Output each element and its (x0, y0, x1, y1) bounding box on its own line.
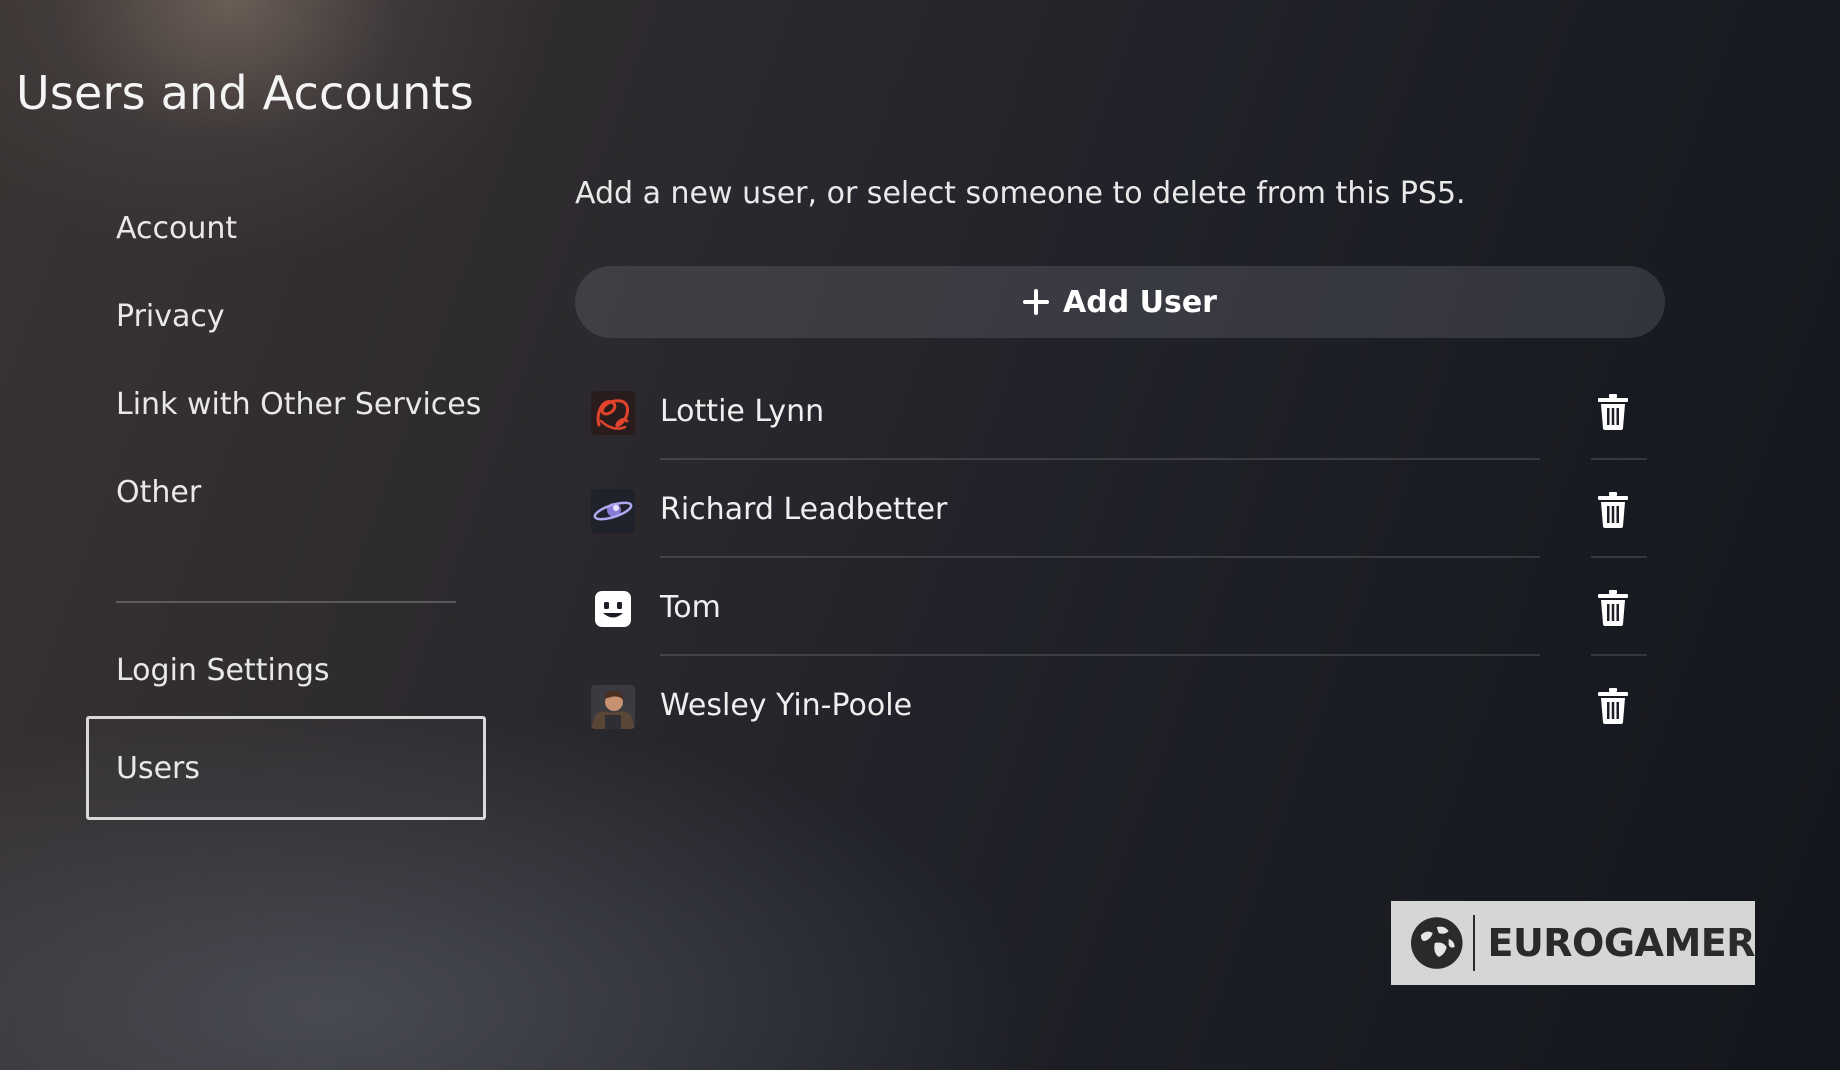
sidebar-item-users[interactable]: Users (86, 716, 486, 820)
sidebar-item-label: Users (116, 750, 201, 786)
sidebar-item-label: Link with Other Services (116, 386, 482, 422)
sidebar-item-label: Login Settings (116, 652, 330, 688)
delete-user-button[interactable] (1587, 680, 1639, 732)
globe-icon (1410, 917, 1463, 969)
trash-icon (1598, 688, 1628, 724)
delete-user-button[interactable] (1587, 582, 1639, 634)
user-row-wesley-yin-poole[interactable]: Wesley Yin-Poole (575, 656, 1645, 754)
trash-icon (1598, 394, 1628, 430)
user-name: Richard Leadbetter (660, 491, 948, 527)
sidebar-item-label: Account (116, 210, 238, 246)
user-row-lottie-lynn[interactable]: Lottie Lynn (575, 362, 1647, 460)
sidebar-item-other[interactable]: Other (86, 440, 486, 544)
add-user-label: Add User (1063, 284, 1217, 320)
user-row-tom[interactable]: Tom (575, 558, 1647, 656)
avatar (591, 685, 635, 729)
page-title: Users and Accounts (16, 66, 474, 120)
delete-user-button[interactable] (1587, 484, 1639, 536)
trash-icon (1598, 492, 1628, 528)
sidebar-item-label: Other (116, 474, 202, 510)
user-name: Tom (660, 589, 721, 625)
user-row-richard-leadbetter[interactable]: Richard Leadbetter (575, 460, 1647, 558)
delete-user-button[interactable] (1587, 386, 1639, 438)
avatar (591, 489, 635, 533)
avatar (591, 587, 635, 631)
avatar (591, 391, 635, 435)
plus-icon (1023, 289, 1049, 315)
sidebar-item-label: Privacy (116, 298, 225, 334)
sidebar-divider (116, 601, 456, 603)
user-name: Lottie Lynn (660, 393, 825, 429)
eurogamer-watermark: EUROGAMER (1391, 901, 1755, 985)
add-user-button[interactable]: Add User (575, 266, 1665, 338)
watermark-text: EUROGAMER (1487, 921, 1755, 965)
watermark-separator (1472, 915, 1476, 971)
trash-icon (1598, 590, 1628, 626)
user-name: Wesley Yin-Poole (660, 687, 913, 723)
sidebar-item-login-settings[interactable]: Login Settings (86, 618, 486, 722)
panel-description: Add a new user, or select someone to del… (575, 176, 1466, 211)
